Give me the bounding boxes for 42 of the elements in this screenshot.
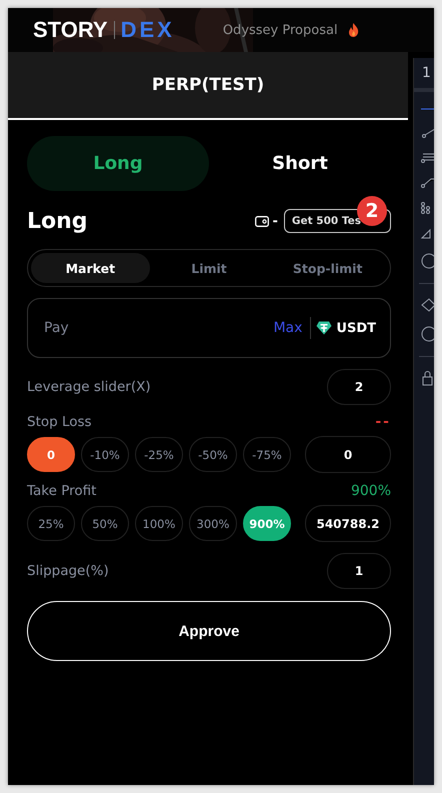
token-icon (316, 321, 332, 335)
logo-wordmark[interactable]: DEX (120, 17, 175, 43)
pay-field[interactable]: Pay Max USDT (27, 298, 391, 358)
max-button[interactable]: Max (273, 320, 310, 336)
proposal-link[interactable]: Odyssey Proposal (222, 22, 338, 38)
preset-chip[interactable]: -25% (135, 437, 183, 472)
order-heading: Long (27, 208, 89, 234)
token-label: USDT (336, 320, 376, 336)
approve-button[interactable]: Approve (27, 601, 391, 661)
stop-loss-reading: -- (375, 414, 391, 430)
take-profit-reading: 900% (350, 483, 391, 499)
lock-icon[interactable] (421, 371, 434, 386)
stop-loss-field[interactable]: 0 (305, 436, 391, 473)
preset-chip[interactable]: 0 (27, 437, 75, 472)
order-type-tab[interactable]: Limit (150, 253, 268, 283)
side-tab[interactable]: Long (27, 136, 209, 191)
take-profit-field[interactable]: 540788.2 (305, 505, 391, 542)
preset-chip[interactable]: 25% (27, 506, 75, 541)
side-tab[interactable]: Short (209, 136, 391, 191)
preset-chip[interactable]: 50% (81, 506, 129, 541)
take-profit-label: Take Profit (27, 483, 96, 499)
preset-chip[interactable]: -75% (243, 437, 291, 472)
horizontal-lines-icon[interactable] (421, 152, 434, 163)
logo-wordmark[interactable]: STORY (33, 17, 108, 43)
preset-chip[interactable]: 300% (189, 506, 237, 541)
leverage-label: Leverage slider(X) (27, 379, 151, 395)
wallet-icon (255, 216, 270, 226)
flame-icon (348, 23, 359, 37)
leverage-field[interactable]: 2 (327, 369, 391, 405)
wallet-balance: - (272, 214, 278, 228)
trend-line-icon[interactable] (421, 128, 434, 138)
slippage-field[interactable]: 1 (327, 553, 391, 589)
order-type-tab[interactable]: Stop-limit (268, 253, 388, 283)
panel-title: PERP(TEST) (152, 75, 264, 95)
preset-chip[interactable]: 100% (135, 506, 183, 541)
diamond-icon[interactable] (421, 298, 434, 312)
slippage-label: Slippage(%) (27, 563, 109, 579)
preset-chip[interactable]: -50% (189, 437, 237, 472)
stop-loss-label: Stop Loss (27, 414, 92, 430)
preset-chip[interactable]: -10% (81, 437, 129, 472)
interval-label[interactable]: 1 (422, 65, 431, 81)
order-type-tab[interactable]: Market (31, 253, 150, 283)
